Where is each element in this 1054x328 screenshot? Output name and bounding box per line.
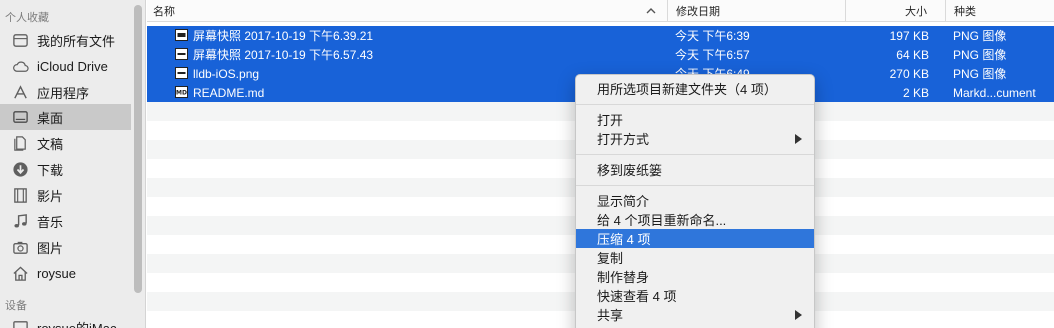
sidebar-item-label: iCloud Drive [37, 58, 108, 74]
menu-item-open-with[interactable]: 打开方式 [576, 129, 814, 148]
menu-separator [576, 104, 814, 105]
film-icon [11, 186, 29, 204]
documents-icon [11, 134, 29, 152]
sidebar-item-movies[interactable]: 影片 [0, 182, 131, 208]
file-size: 197 KB [889, 28, 929, 43]
sidebar-item-label: roysue的iMac [37, 320, 117, 328]
menu-separator [576, 154, 814, 155]
file-date: 今天 下午6:39 [675, 29, 750, 43]
sidebar-scrollbar[interactable] [134, 5, 142, 293]
camera-icon [11, 238, 29, 256]
menu-separator [576, 185, 814, 186]
menu-item-compress[interactable]: 压缩 4 项 [576, 229, 814, 248]
table-row[interactable]: 屏幕快照 2017-10-19 下午6.39.21 今天 下午6:39 197 … [147, 26, 1054, 45]
menu-item-make-alias[interactable]: 制作替身 [576, 267, 814, 286]
menu-item-open[interactable]: 打开 [576, 110, 814, 129]
file-kind: Markd...cument [953, 85, 1036, 100]
file-name: README.md [193, 85, 265, 100]
desktop-icon [11, 108, 29, 126]
png-file-icon [175, 67, 188, 79]
applications-icon [11, 83, 29, 101]
sidebar-item-pictures[interactable]: 图片 [0, 234, 131, 260]
sidebar-item-label: 文稿 [37, 136, 64, 152]
submenu-arrow-icon [795, 310, 802, 320]
sidebar-item-home[interactable]: roysue [0, 260, 131, 286]
sidebar-item-label: 下载 [37, 162, 64, 178]
screenshot-file-icon [175, 29, 188, 41]
file-kind: PNG 图像 [953, 48, 1007, 62]
file-size: 2 KB [902, 85, 929, 100]
menu-item-get-info[interactable]: 显示简介 [576, 191, 814, 210]
sidebar-item-music[interactable]: 音乐 [0, 208, 131, 234]
sidebar-item-all-files[interactable]: 我的所有文件 [0, 27, 131, 53]
markdown-file-icon: MD [175, 86, 188, 98]
column-size[interactable]: 大小 [845, 0, 943, 22]
column-name[interactable]: 名称 [153, 0, 175, 22]
sidebar-item-imac[interactable]: roysue的iMac [0, 314, 131, 328]
menu-item-share[interactable]: 共享 [576, 305, 814, 324]
svg-text:MD: MD [176, 90, 187, 97]
cloud-icon [11, 57, 29, 75]
sidebar-item-label: 音乐 [37, 214, 64, 230]
menu-item-label: 打开方式 [597, 132, 650, 147]
file-name: lldb-iOS.png [193, 66, 260, 81]
menu-item-rename[interactable]: 给 4 个项目重新命名... [576, 210, 814, 229]
sidebar: 个人收藏 我的所有文件 iCloud Drive 应用程序 桌面 文稿 下载 影… [0, 0, 146, 328]
sidebar-item-label: 我的所有文件 [37, 33, 116, 49]
all-files-icon [11, 31, 29, 49]
file-kind: PNG 图像 [953, 67, 1007, 81]
sidebar-item-icloud[interactable]: iCloud Drive [0, 53, 131, 79]
context-menu: 用所选项目新建文件夹（4 项） 打开 打开方式 移到废纸篓 显示简介 给 4 个… [575, 74, 815, 328]
file-name: 屏幕快照 2017-10-19 下午6.39.21 [193, 29, 374, 43]
menu-item-duplicate[interactable]: 复制 [576, 248, 814, 267]
menu-item-move-to-trash[interactable]: 移到废纸篓 [576, 160, 814, 179]
submenu-arrow-icon [795, 134, 802, 144]
sidebar-item-downloads[interactable]: 下载 [0, 156, 131, 182]
column-kind[interactable]: 种类 [945, 0, 1054, 22]
sidebar-item-label: 桌面 [37, 110, 64, 126]
sidebar-item-label: 图片 [37, 240, 64, 256]
music-icon [11, 212, 29, 230]
file-kind: PNG 图像 [953, 29, 1007, 43]
file-size: 64 KB [896, 47, 929, 62]
file-name: 屏幕快照 2017-10-19 下午6.57.43 [193, 48, 374, 62]
file-date: 今天 下午6:57 [675, 48, 750, 62]
imac-icon [11, 318, 29, 328]
sidebar-item-documents[interactable]: 文稿 [0, 130, 131, 156]
sidebar-item-desktop[interactable]: 桌面 [0, 104, 131, 130]
menu-item-quick-look[interactable]: 快速查看 4 项 [576, 286, 814, 305]
column-header: 名称 修改日期 大小 种类 [147, 0, 1054, 22]
column-date[interactable]: 修改日期 [667, 0, 845, 22]
devices-heading: 设备 [5, 300, 27, 312]
sidebar-item-label: roysue [37, 265, 77, 281]
table-row[interactable]: 屏幕快照 2017-10-19 下午6.57.43 今天 下午6:57 64 K… [147, 45, 1054, 64]
file-size: 270 KB [889, 66, 929, 81]
sidebar-item-applications[interactable]: 应用程序 [0, 79, 131, 105]
favorites-heading: 个人收藏 [5, 12, 49, 24]
menu-item-new-folder-with-selection[interactable]: 用所选项目新建文件夹（4 项） [576, 79, 814, 98]
download-icon [11, 160, 29, 178]
sidebar-item-label: 影片 [37, 188, 64, 204]
chevron-up-icon[interactable] [644, 4, 658, 18]
screenshot-file-icon [175, 48, 188, 60]
menu-item-label: 共享 [597, 308, 624, 323]
home-icon [11, 264, 29, 282]
sidebar-item-label: 应用程序 [37, 85, 90, 101]
